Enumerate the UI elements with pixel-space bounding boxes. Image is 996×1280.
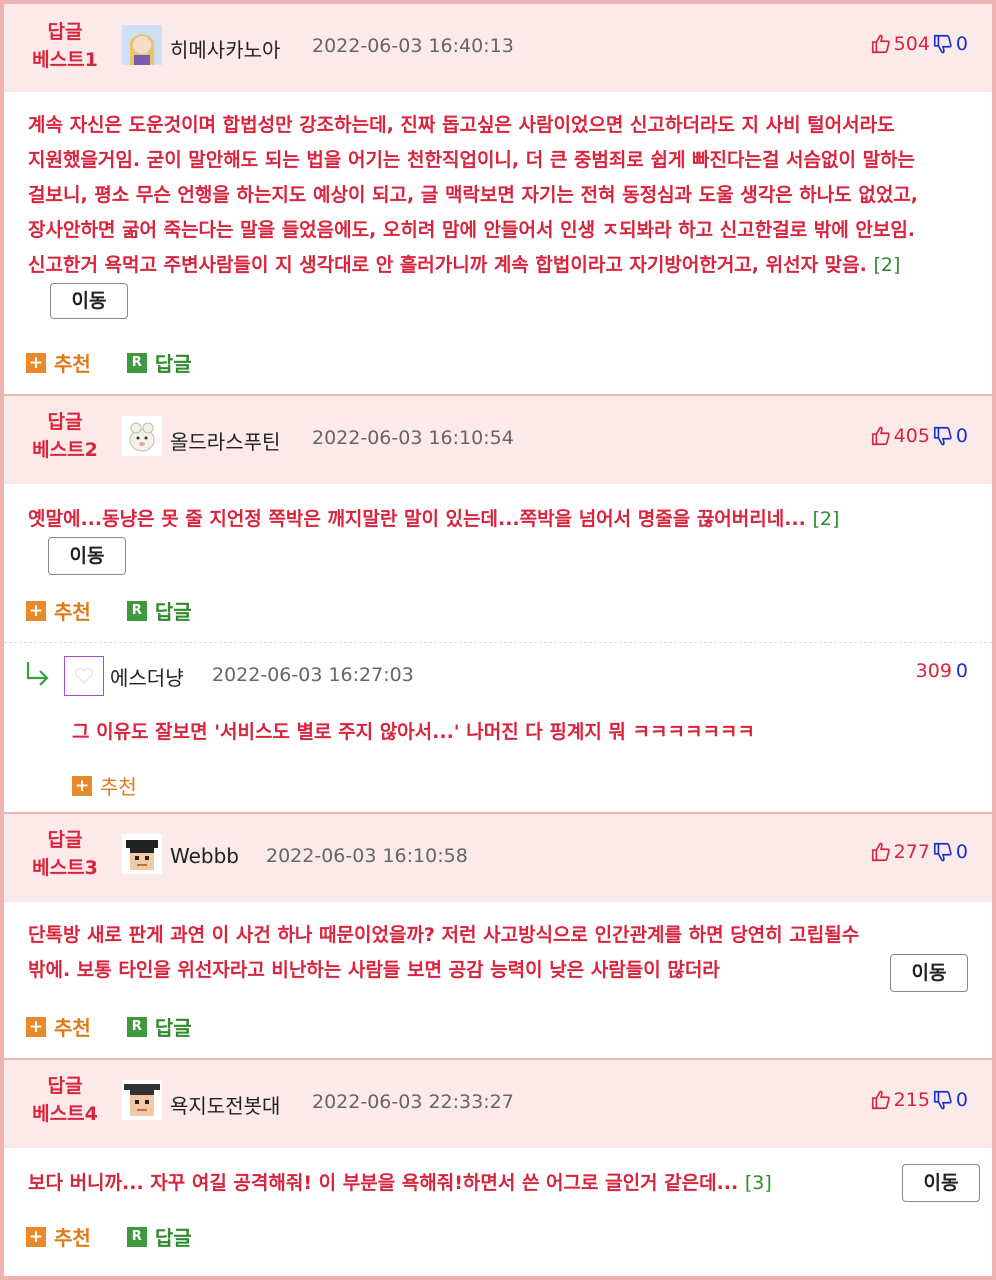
thumb-down-icon[interactable] <box>932 841 954 863</box>
best-badge-line2: 베스트2 <box>32 439 98 461</box>
reply-button[interactable]: 답글 <box>155 1012 192 1041</box>
move-button[interactable]: 이동 <box>890 954 968 992</box>
vote-counter: 309 0 <box>916 660 968 682</box>
reply-icon: R <box>126 1226 147 1247</box>
plus-icon: + <box>72 775 92 796</box>
comment-text: 계속 자신은 도운것이며 합법성만 강조하는데, 진짜 돕고싶은 사람이었으면 … <box>28 114 918 276</box>
comment-date: 2022-06-03 16:10:54 <box>312 427 514 449</box>
thumb-up-icon[interactable] <box>870 841 892 863</box>
move-button[interactable]: 이동 <box>48 537 126 575</box>
comment-actions: + 추천 R 답글 <box>26 596 192 625</box>
recommend-button[interactable]: 추천 <box>54 596 91 625</box>
downvote-count: 0 <box>955 1089 968 1111</box>
thumb-down-icon[interactable] <box>932 33 954 55</box>
reply-count[interactable]: [2] <box>813 508 840 530</box>
downvote-count: 0 <box>955 660 968 682</box>
best-badge-line1: 답글 <box>47 829 83 851</box>
upvote-count: 309 <box>915 660 952 682</box>
best-badge-line2: 베스트4 <box>32 1103 98 1125</box>
reply-separator <box>4 642 992 643</box>
comment-actions: + 추천 R 답글 <box>26 348 192 377</box>
upvote-count: 277 <box>893 841 930 863</box>
thumb-down-icon[interactable] <box>932 1089 954 1111</box>
thumb-up-icon[interactable] <box>870 425 892 447</box>
comment-date: 2022-06-03 22:33:27 <box>312 1091 514 1113</box>
comment-text: 그 이유도 잘보면 '서비스도 별로 주지 않아서...' 나머진 다 핑계지 … <box>72 721 755 743</box>
move-button[interactable]: 이동 <box>902 1164 980 1202</box>
vote-counter: 277 0 <box>870 841 968 863</box>
plus-icon: + <box>26 352 46 373</box>
comment-header: 답글 베스트4 욕지도전봇대 2022-06-03 22:33:27 215 0 <box>4 1058 992 1148</box>
downvote-count: 0 <box>955 425 968 447</box>
upvote-count: 405 <box>893 425 930 447</box>
vote-counter: 504 0 <box>870 33 968 55</box>
comment-body: 계속 자신은 도운것이며 합법성만 강조하는데, 진짜 돕고싶은 사람이었으면 … <box>28 108 974 319</box>
comment-text: 보다 버니까... 자꾸 여길 공격해줘! 이 부분을 욕해줘!하면서 쓴 어그… <box>28 1172 739 1194</box>
best-badge: 답글 베스트4 <box>22 1072 108 1128</box>
comment-body: 보다 버니까... 자꾸 여길 공격해줘! 이 부분을 욕해줘!하면서 쓴 어그… <box>28 1166 872 1201</box>
reply-icon: R <box>126 1016 147 1037</box>
best-badge-line1: 답글 <box>47 1075 83 1097</box>
comment-actions: + 추천 R 답글 <box>26 1012 192 1041</box>
thumb-up-icon[interactable] <box>870 1089 892 1111</box>
thumb-down-icon[interactable] <box>932 425 954 447</box>
comment-date: 2022-06-03 16:40:13 <box>312 35 514 57</box>
best-badge-line2: 베스트3 <box>32 857 98 879</box>
move-button[interactable]: 이동 <box>50 283 128 319</box>
reply-button[interactable]: 답글 <box>155 596 192 625</box>
upvote-count: 504 <box>893 33 930 55</box>
comment-actions: + 추천 R 답글 <box>26 1222 192 1251</box>
comment-actions: + 추천 <box>72 771 137 800</box>
comment-text: 단톡방 새로 판게 과연 이 사건 하나 때문이었을까? 저런 사고방식으로 인… <box>28 924 860 981</box>
comment-header: 답글 베스트1 히메사카노아 2022-06-03 16:40:13 504 0 <box>4 4 992 92</box>
reply-button[interactable]: 답글 <box>155 348 192 377</box>
recommend-button[interactable]: 추천 <box>100 771 137 800</box>
author-nickname[interactable]: 에스더냥 <box>110 662 184 691</box>
author-nickname[interactable]: 히메사카노아 <box>170 34 280 63</box>
recommend-button[interactable]: 추천 <box>54 348 91 377</box>
comment-list: 답글 베스트1 히메사카노아 2022-06-03 16:40:13 504 0… <box>0 0 996 1280</box>
avatar[interactable] <box>64 656 104 696</box>
reply-arrow-icon <box>26 662 49 686</box>
downvote-count: 0 <box>955 841 968 863</box>
comment-date: 2022-06-03 16:10:58 <box>266 845 468 867</box>
comment-text: 옛말에...동냥은 못 줄 지언정 쪽박은 깨지말란 말이 있는데...쪽박을 … <box>28 508 806 530</box>
avatar[interactable] <box>122 1080 162 1120</box>
vote-counter: 215 0 <box>870 1089 968 1111</box>
avatar[interactable] <box>122 25 162 65</box>
thumb-up-icon[interactable] <box>870 33 892 55</box>
author-nickname[interactable]: 욕지도전봇대 <box>170 1090 280 1119</box>
avatar[interactable] <box>122 834 162 874</box>
plus-icon: + <box>26 1016 46 1037</box>
avatar[interactable] <box>122 416 162 456</box>
vote-counter: 405 0 <box>870 425 968 447</box>
recommend-button[interactable]: 추천 <box>54 1012 91 1041</box>
reply-icon: R <box>126 352 147 373</box>
reply-button[interactable]: 답글 <box>155 1222 192 1251</box>
best-badge: 답글 베스트1 <box>22 18 108 74</box>
recommend-button[interactable]: 추천 <box>54 1222 91 1251</box>
downvote-count: 0 <box>955 33 968 55</box>
comment-date: 2022-06-03 16:27:03 <box>212 664 414 686</box>
comment-header: 답글 베스트3 Webbb 2022-06-03 16:10:58 277 0 <box>4 812 992 902</box>
reply-count[interactable]: [3] <box>745 1172 772 1194</box>
best-badge-line1: 답글 <box>47 21 83 43</box>
plus-icon: + <box>26 600 46 621</box>
best-badge: 답글 베스트2 <box>22 408 108 464</box>
reply-count[interactable]: [2] <box>873 254 900 276</box>
comment-header: 답글 베스트2 올드라스푸틴 2022-06-03 16:10:54 405 0 <box>4 394 992 484</box>
author-nickname[interactable]: 올드라스푸틴 <box>170 426 280 455</box>
upvote-count: 215 <box>893 1089 930 1111</box>
best-badge: 답글 베스트3 <box>22 826 108 882</box>
best-badge-line2: 베스트1 <box>32 49 98 71</box>
comment-body: 옛말에...동냥은 못 줄 지언정 쪽박은 깨지말란 말이 있는데...쪽박을 … <box>28 501 974 537</box>
reply-icon: R <box>126 600 147 621</box>
plus-icon: + <box>26 1226 46 1247</box>
author-nickname[interactable]: Webbb <box>170 844 239 868</box>
comment-body: 단톡방 새로 판게 과연 이 사건 하나 때문이었을까? 저런 사고방식으로 인… <box>28 918 862 988</box>
best-badge-line1: 답글 <box>47 411 83 433</box>
